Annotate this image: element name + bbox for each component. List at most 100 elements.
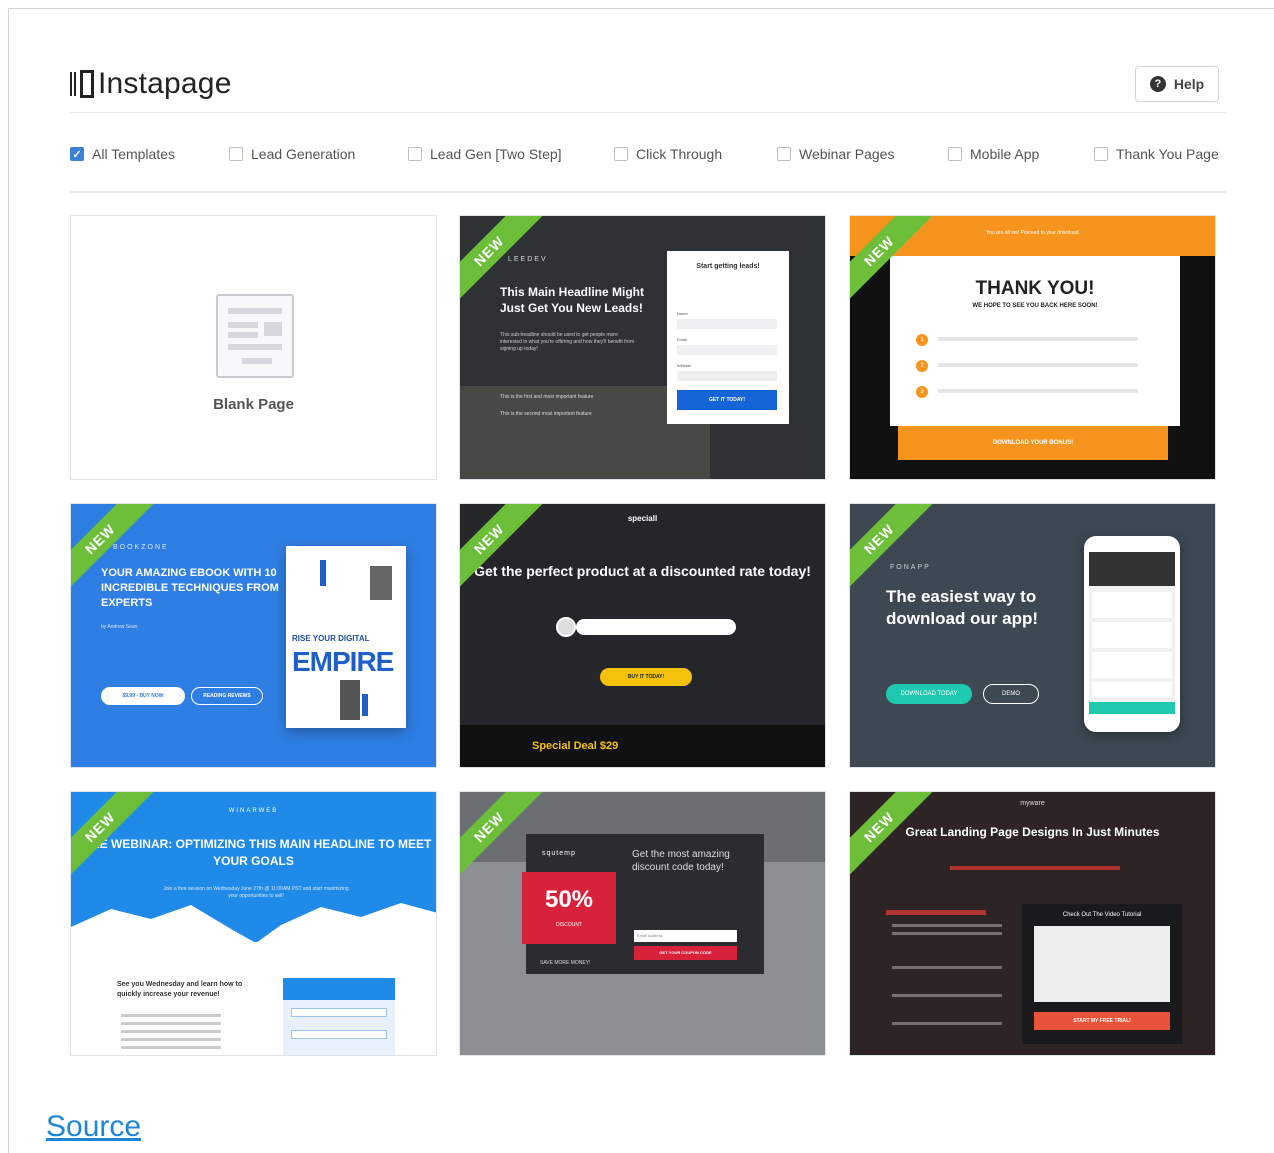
help-button[interactable]: ? Help [1135,66,1219,102]
filter-label: Webinar Pages [799,146,895,162]
filter-lead-gen-two-step[interactable]: Lead Gen [Two Step] [408,140,562,168]
template-headline: Get the most amazing discount code today… [632,849,730,873]
template-brand: LEEDEV [508,256,548,263]
field-label: Website [677,363,692,368]
checkbox-icon[interactable] [1094,147,1108,161]
template-headline: FREE WEBINAR: OPTIMIZING THIS MAIN HEADL… [75,837,432,868]
field-label: Email [677,337,688,342]
header-divider [70,112,1226,113]
template-brand: squtemp [542,850,576,857]
filter-label: Lead Generation [251,146,356,162]
reviews-cta: READING REVIEWS [191,687,263,705]
author-line: by Andrew Sean [101,624,138,630]
video-thumbnail [1034,926,1170,1002]
question-circle-icon: ? [1149,76,1166,92]
discount-percent: 50% [544,886,594,913]
logo-mark-icon [70,69,94,99]
help-label: Help [1173,76,1205,92]
template-card-blank-page[interactable]: Blank Page [70,215,437,480]
filter-label: Click Through [636,146,723,162]
website-field [677,371,777,381]
filter-all-templates[interactable]: ✓ All Templates [70,140,175,168]
email-field [677,345,777,355]
template-filter-bar: ✓ All Templates Lead Generation Lead Gen… [70,140,1230,168]
feature-bullet: This is the second most important featur… [500,411,592,417]
template-headline: This Main Headline Might Just Get You Ne… [500,285,645,315]
template-card-ebook[interactable]: NEW BOOKZONE YOUR AMAZING EBOOK WITH 10 … [70,503,437,768]
feature-bullet: This is the first and most important fea… [500,394,594,400]
webinar-intro: See you Wednesday and learn how to quick… [117,981,243,998]
filter-mobile-app[interactable]: Mobile App [948,140,1039,168]
filter-thank-you-page[interactable]: Thank You Page [1094,140,1219,168]
video-panel: Check Out The Video Tutorial START MY FR… [1022,904,1182,1044]
lead-form: Start getting leads! Name Email Website … [667,251,789,424]
discount-label: DISCOUNT [555,922,583,928]
template-subheadline: Join a free session on Wednesday June 27… [163,886,349,899]
highlight-line [950,866,1120,870]
filter-webinar-pages[interactable]: Webinar Pages [777,140,894,168]
thank-you-panel: THANK YOU! WE HOPE TO SEE YOU BACK HERE … [890,256,1180,426]
highlight-line [886,910,986,915]
template-brand: FONAPP [890,564,931,571]
template-card-myware[interactable]: NEW myware Great Landing Page Designs In… [849,791,1216,1056]
template-headline: THANK YOU! [975,278,1095,299]
cover-line2: EMPIRE [292,646,394,677]
checkbox-icon[interactable] [229,147,243,161]
step-item: 3 [916,386,1166,398]
template-card-discount[interactable]: NEW squtemp 50% DISCOUNT SAVE MORE MONEY… [459,791,826,1056]
blank-page-label: Blank Page [213,396,294,413]
discount-box: 50% DISCOUNT [522,872,616,944]
field-label: Name [677,311,688,316]
template-card-lead-gen[interactable]: NEW LEEDEV This Main Headline Might Just… [459,215,826,480]
checkbox-icon[interactable] [408,147,422,161]
checkbox-icon[interactable] [948,147,962,161]
buy-cta: BUY IT TODAY! [600,668,692,686]
template-card-webinar[interactable]: NEW WINARWEB FREE WEBINAR: OPTIMIZING TH… [70,791,437,1056]
form-title: Start getting leads! [696,263,760,270]
name-field [677,319,777,329]
template-brand: BOOKZONE [113,544,169,551]
template-headline: YOUR AMAZING EBOOK WITH 10 INCREDIBLE TE… [101,567,279,609]
filter-label: Lead Gen [Two Step] [430,146,562,162]
instapage-logo[interactable]: Instapage [70,64,232,104]
demo-cta: DEMO [983,684,1039,704]
template-card-coupon[interactable]: NEW speciall Get the perfect product at … [459,503,826,768]
coupon-cta: GET YOUR COUPON CODE [634,946,737,960]
registration-form [283,978,395,1055]
template-card-mobile-app[interactable]: NEW FONAPP The easiest way to download o… [849,503,1216,768]
source-link[interactable]: Source [46,1110,141,1144]
download-cta: DOWNLOAD YOUR BONUS! [898,426,1168,460]
deal-label: Special Deal $29 [532,740,619,752]
form-cta: GET IT TODAY! [677,390,777,410]
trial-cta: START MY FREE TRIAL! [1034,1012,1170,1030]
blank-page-icon [216,294,294,378]
avatar [556,617,576,637]
video-title: Check Out The Video Tutorial [1062,912,1142,918]
filter-lead-generation[interactable]: Lead Generation [229,140,355,168]
deal-footer [460,725,825,767]
template-headline: The easiest way to download our app! [886,587,1039,628]
template-subheadline: This sub-headline should be used to get … [500,332,635,352]
email-field: Email Address [634,930,737,942]
filter-label: All Templates [92,146,176,162]
save-label: SAVE MORE MONEY! [540,960,591,966]
filter-label: Thank You Page [1116,146,1219,162]
template-card-thank-you[interactable]: NEW You are all set! Proceed to your dow… [849,215,1216,480]
testimonial-bubble [576,619,736,635]
filter-label: Mobile App [970,146,1040,162]
checkbox-icon[interactable] [777,147,791,161]
step-item: 1 [916,334,1166,346]
template-subheadline: WE HOPE TO SEE YOU BACK HERE SOON! [972,303,1098,309]
filter-click-through[interactable]: Click Through [614,140,722,168]
filter-divider [70,191,1226,193]
phone-mockup [1084,536,1180,732]
ebook-cover: RISE YOUR DIGITAL EMPIRE [286,546,406,728]
cover-line1: RISE YOUR DIGITAL [292,634,370,643]
template-headline: Get the perfect product at a discounted … [474,563,811,579]
download-cta: DOWNLOAD TODAY [886,684,972,704]
checkbox-icon[interactable] [614,147,628,161]
template-headline: Great Landing Page Designs In Just Minut… [905,825,1160,839]
buy-cta: $9.99 - BUY NOW [101,687,185,705]
checkbox-checked-icon[interactable]: ✓ [70,147,84,161]
step-item: 2 [916,360,1166,372]
